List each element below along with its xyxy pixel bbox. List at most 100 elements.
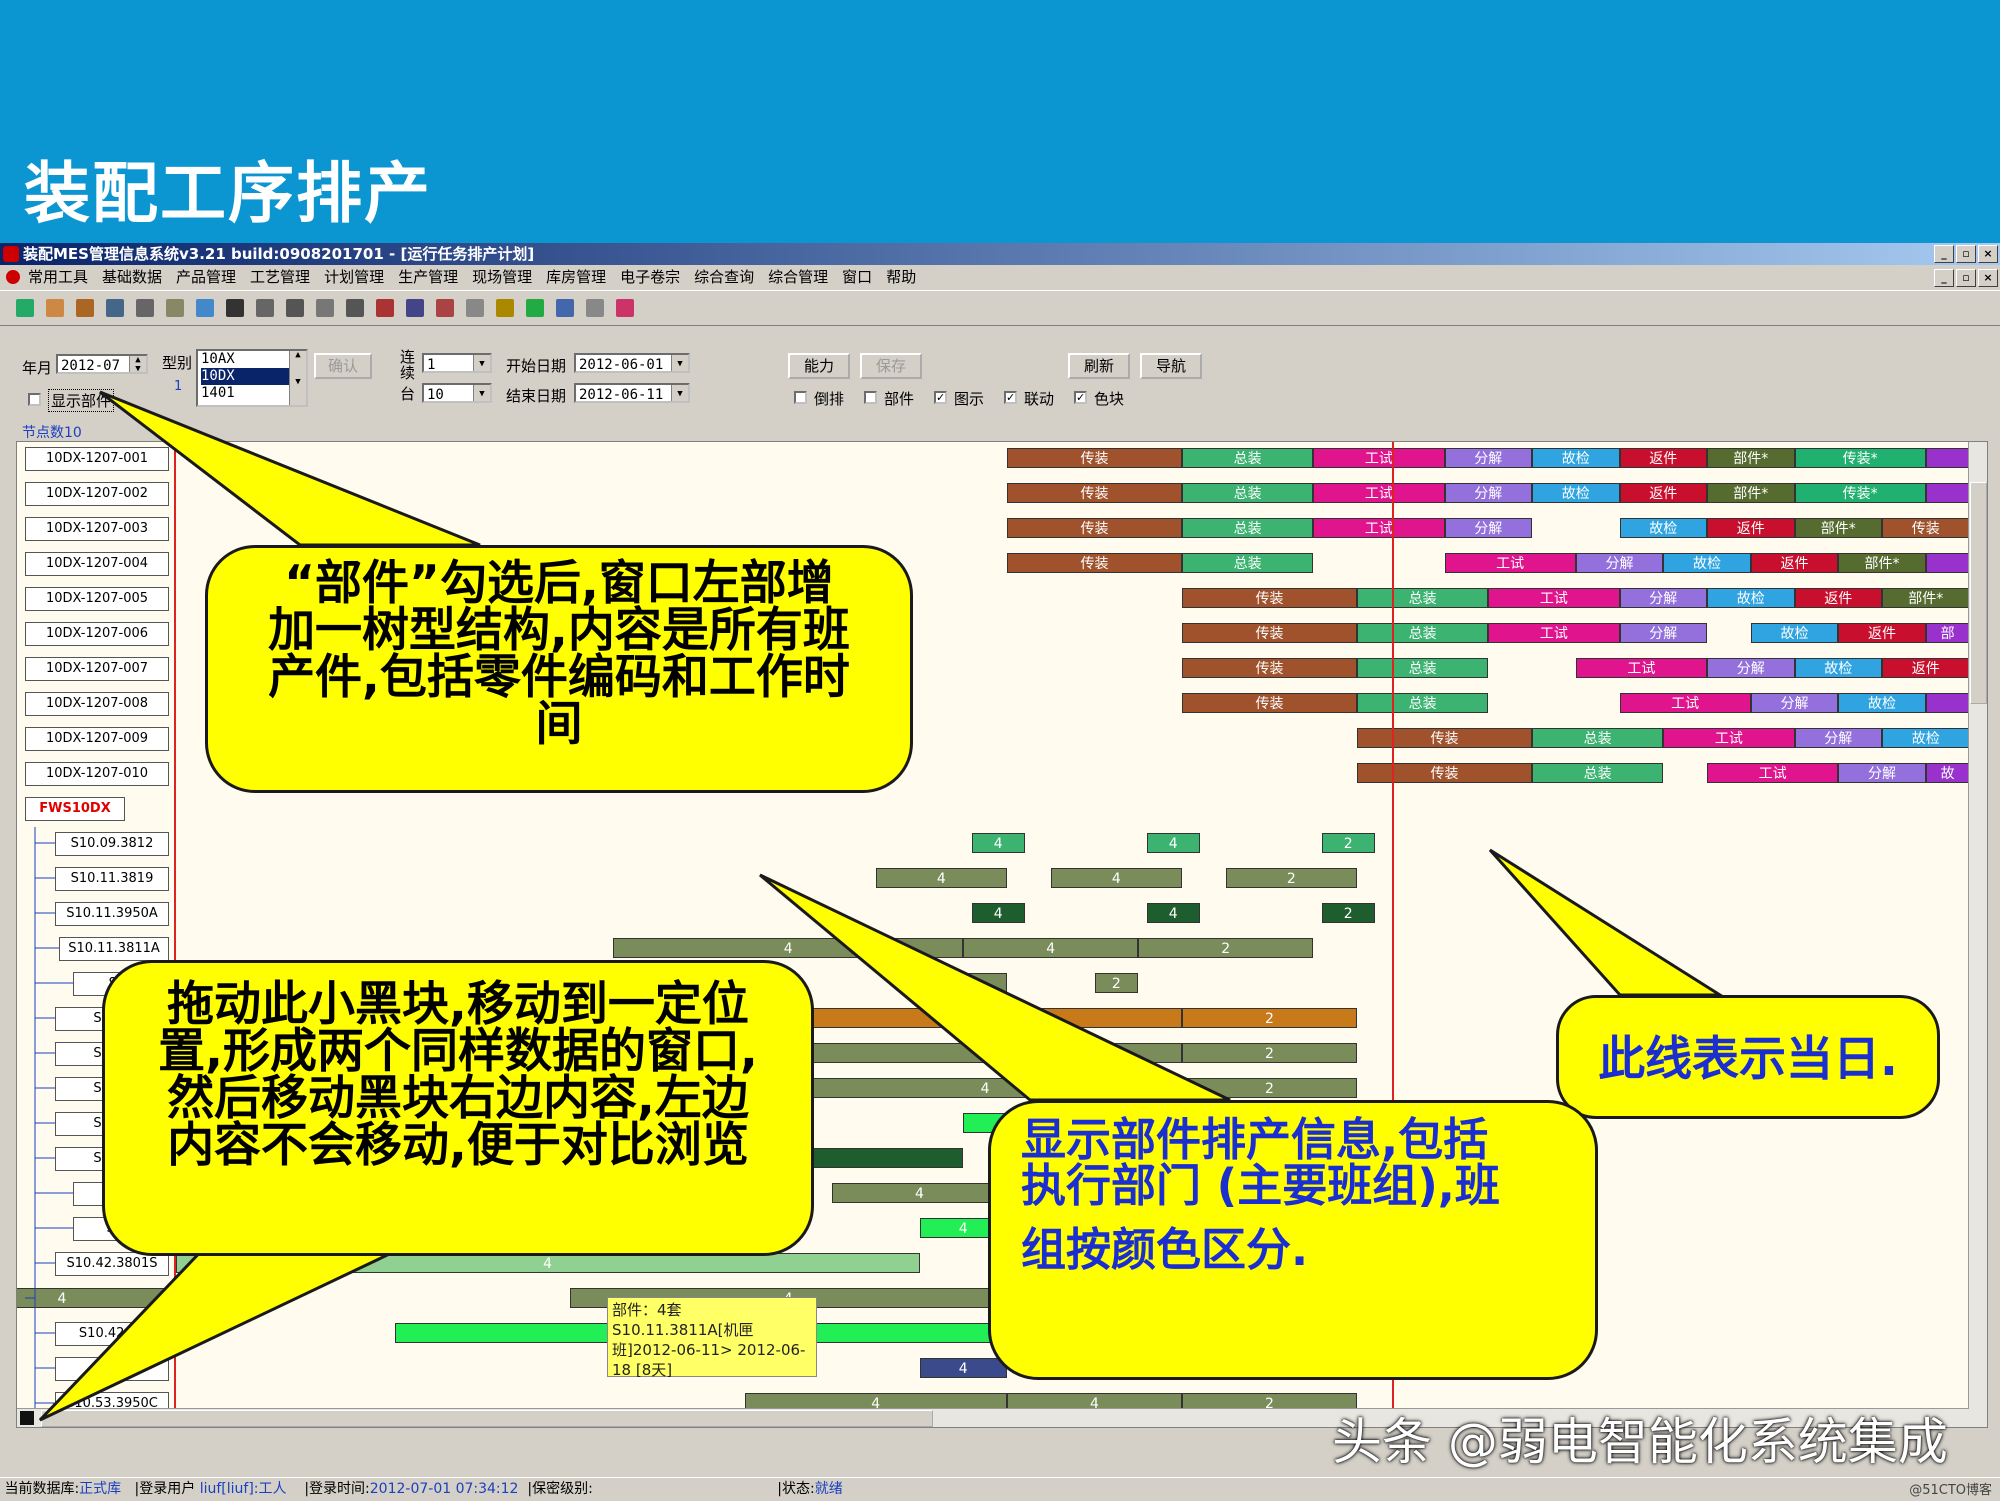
task-stage-bar[interactable]: 分解 [1707,658,1795,678]
task-stage-bar[interactable]: 返件 [1882,658,1970,678]
task-stage-bar[interactable]: 总装 [1182,448,1314,468]
open-icon[interactable] [166,299,184,317]
part-bar[interactable]: 4 [972,833,1025,853]
year-month-input[interactable]: 2012-07 ▲ ▼ [56,354,148,374]
task-stage-bar[interactable]: 返件 [1619,448,1707,468]
task-stage-bar[interactable]: 工试 [1313,518,1445,538]
task-node[interactable]: 10DX-1207-009 [25,727,169,751]
task-node[interactable]: 10DX-1207-006 [25,622,169,646]
save-button[interactable]: 保存 [860,353,922,379]
task-stage-bar[interactable] [1925,553,1970,573]
export-icon[interactable] [466,299,484,317]
task-stage-bar[interactable]: 分解 [1794,728,1882,748]
task-node[interactable]: 10DX-1207-001 [25,447,169,471]
task-stage-bar[interactable]: 总装 [1182,553,1314,573]
task-node[interactable]: 10DX-1207-007 [25,657,169,681]
part-bar[interactable]: 4 [972,903,1025,923]
part-bar[interactable]: 4 [788,1043,1182,1063]
table-icon[interactable] [556,299,574,317]
task-stage-bar[interactable]: 部 [1925,623,1970,643]
help-icon[interactable] [346,299,364,317]
part-bar[interactable]: 4 [788,1078,1182,1098]
task-stage-bar[interactable]: 故检 [1532,483,1620,503]
task-stage-bar[interactable]: 返件 [1619,483,1707,503]
task-stage-bar[interactable]: 总装 [1357,693,1489,713]
menu-item[interactable]: 电子卷宗 [620,265,680,289]
task-stage-bar[interactable]: 故检 [1882,728,1970,748]
split-handle[interactable] [20,1411,34,1425]
task-node[interactable]: 10DX-1207-008 [25,692,169,716]
chevron-down-icon[interactable]: ▼ [473,385,490,401]
menu-item[interactable]: 综合管理 [768,265,828,289]
task-stage-bar[interactable]: 部件* [1882,588,1970,608]
show-parts-checkbox[interactable] [28,393,41,406]
checkbox[interactable]: ✓ [934,391,947,404]
menu-item[interactable]: 帮助 [886,265,916,289]
task-stage-bar[interactable]: 返件 [1707,518,1795,538]
task-stage-bar[interactable]: 分解 [1444,448,1532,468]
task-stage-bar[interactable]: 故检 [1838,693,1926,713]
task-stage-bar[interactable]: 分解 [1575,553,1664,573]
part-node[interactable]: S10.11.3819 [55,867,169,891]
task-stage-bar[interactable]: 分解 [1444,518,1532,538]
part-bar[interactable]: 2 [1322,903,1375,923]
task-stage-bar[interactable] [1925,448,1970,468]
forward-icon[interactable] [436,299,454,317]
confirm-button[interactable]: 确认 [314,353,372,379]
task-stage-bar[interactable]: 分解 [1619,623,1707,643]
task-stage-bar[interactable]: 传装 [1182,623,1357,643]
task-stage-bar[interactable]: 工试 [1488,588,1620,608]
chevron-down-icon[interactable]: ▼ [473,355,490,371]
child-restore-button[interactable]: ▫ [1956,269,1976,287]
task-stage-bar[interactable]: 返件 [1750,553,1839,573]
part-bar[interactable]: 2 [1225,868,1357,888]
checkbox[interactable] [864,391,877,404]
task-stage-bar[interactable]: 工试 [1313,483,1445,503]
child-minimize-button[interactable]: _ [1934,269,1954,287]
menu-item[interactable]: 基础数据 [102,265,162,289]
form-icon[interactable] [496,299,514,317]
close-button[interactable]: × [1978,245,1998,263]
run-icon[interactable] [586,299,604,317]
menu-item[interactable]: 窗口 [842,265,872,289]
part-bar[interactable]: 2 [1182,1043,1357,1063]
save-icon[interactable] [196,299,214,317]
menu-item[interactable]: 库房管理 [546,265,606,289]
tai-select[interactable]: 10 ▼ [422,383,492,403]
refresh-button[interactable]: 刷新 [1068,353,1130,379]
part-bar[interactable]: 4 [832,1183,1007,1203]
task-stage-bar[interactable]: 分解 [1444,483,1532,503]
capacity-button[interactable]: 能力 [788,353,850,379]
task-stage-bar[interactable]: 传装 [1007,518,1182,538]
part-bar[interactable]: 2 [1094,973,1139,993]
task-stage-bar[interactable] [1925,693,1970,713]
chevron-down-icon[interactable]: ▼ [671,385,688,401]
part-bar[interactable]: 4 [1147,903,1200,923]
part-bar[interactable]: 4 [788,1008,1182,1028]
chevron-down-icon[interactable]: ▼ [671,355,688,371]
part-node[interactable]: S10.11.3950A [55,902,169,926]
type-option-selected[interactable]: 10DX [201,368,290,385]
task-node[interactable]: 10DX-1207-004 [25,552,169,576]
task-stage-bar[interactable]: 工试 [1707,763,1839,783]
task-stage-bar[interactable]: 工试 [1575,658,1707,678]
show-parts-label[interactable]: 显示部件 [48,389,115,412]
menu-item[interactable]: 综合查询 [694,265,754,289]
task-stage-bar[interactable]: 故检 [1750,623,1839,643]
task-stage-bar[interactable]: 工试 [1663,728,1795,748]
find-icon[interactable] [226,299,244,317]
import-icon[interactable] [106,299,124,317]
task-stage-bar[interactable]: 故检 [1532,448,1620,468]
back-icon[interactable] [406,299,424,317]
task-stage-bar[interactable]: 工试 [1313,448,1445,468]
task-stage-bar[interactable]: 总装 [1357,658,1489,678]
menu-item[interactable]: 产品管理 [176,265,236,289]
child-close-button[interactable]: × [1978,269,1998,287]
part-node[interactable]: S10.11.3811A [59,937,169,961]
print-icon[interactable] [376,299,394,317]
task-stage-bar[interactable]: 部件* [1794,518,1882,538]
module-icon[interactable] [16,299,34,317]
part-bar[interactable]: 2 [1138,938,1314,958]
checkbox[interactable] [794,391,807,404]
hand-icon[interactable] [46,299,64,317]
